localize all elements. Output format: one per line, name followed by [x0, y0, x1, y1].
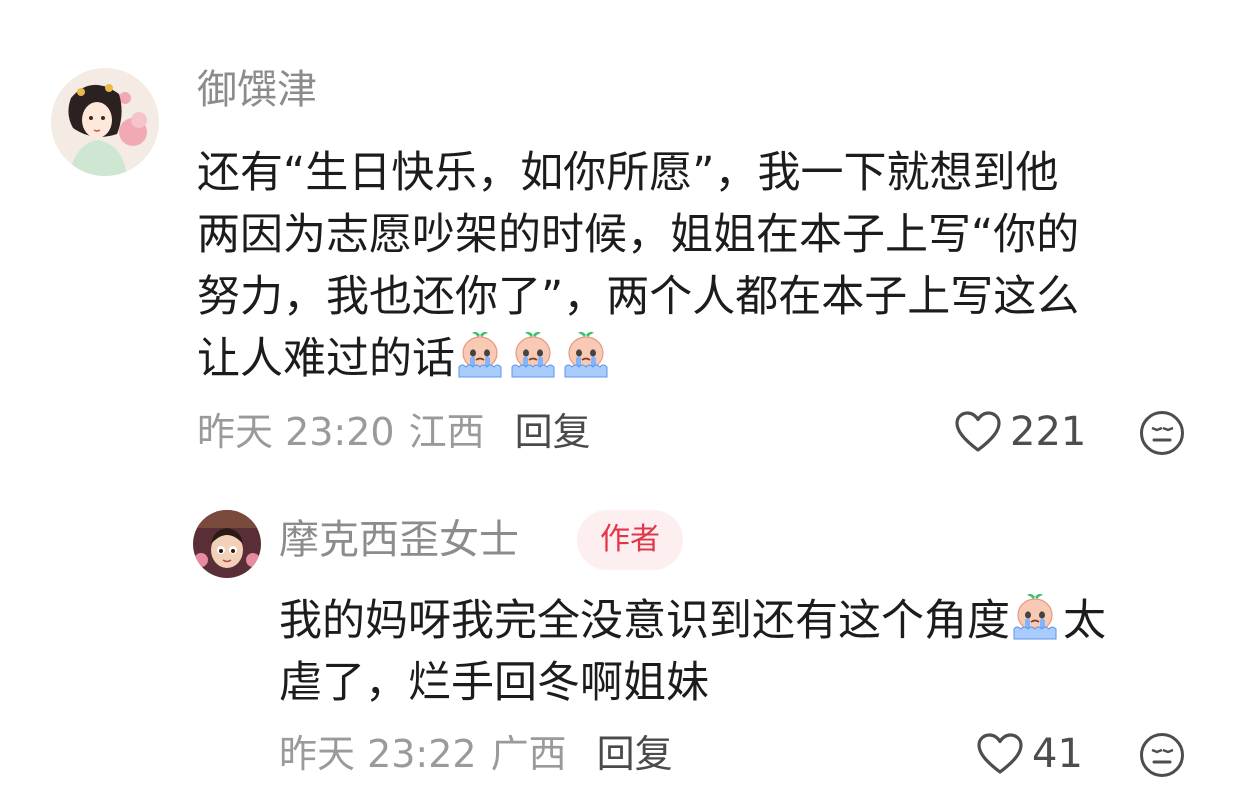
comment-line-text: 太: [1063, 596, 1106, 646]
comment-thread: 御馔津 还有“生日快乐，如你所愿”，我一下就想到他 两因为志愿吵架的时候，姐姐在…: [0, 0, 1256, 804]
neutral-face-icon[interactable]: [1139, 732, 1185, 778]
crying-emoji-icon: [1010, 591, 1060, 641]
comment-line: 努力，我也还你了”，两个人都在本子上写这么: [197, 272, 1080, 322]
comment-line: 我的妈呀我完全没意识到还有这个角度 太: [279, 590, 1106, 652]
avatar[interactable]: [51, 68, 159, 176]
author-badge: 作者: [577, 510, 683, 570]
heart-outline-icon: [977, 733, 1023, 774]
like-button[interactable]: 41: [976, 730, 1083, 778]
ip-region: 江西: [408, 410, 485, 454]
like-button[interactable]: 221: [954, 408, 1086, 456]
avatar[interactable]: [193, 510, 261, 578]
comment-meta: 昨天 23:22 广西 回复: [279, 730, 673, 778]
timestamp: 昨天 23:22: [279, 732, 477, 776]
ip-region: 广西: [490, 732, 567, 776]
like-count: 221: [1010, 409, 1087, 455]
reply-button[interactable]: 回复: [597, 732, 673, 776]
comment-line-text: 我的妈呀我完全没意识到还有这个角度: [279, 596, 1010, 646]
comment-meta: 昨天 23:20 江西 回复: [197, 408, 591, 456]
crying-emoji-icon: [455, 329, 505, 379]
neutral-face-icon[interactable]: [1139, 410, 1185, 456]
comment-line: 两因为志愿吵架的时候，姐姐在本子上写“你的: [197, 210, 1080, 260]
comment-line: 让人难过的话: [197, 328, 1079, 390]
heart-outline-icon: [955, 411, 1001, 452]
crying-emoji-icon: [508, 329, 558, 379]
crying-emoji-icon: [561, 329, 611, 379]
reply-button[interactable]: 回复: [515, 410, 591, 454]
timestamp: 昨天 23:20: [197, 410, 395, 454]
username[interactable]: 摩克西歪女士: [279, 516, 519, 564]
comment-line: 虐了，烂手回冬啊姐妹: [279, 658, 709, 708]
comment-line: 还有“生日快乐，如你所愿”，我一下就想到他: [197, 148, 1059, 198]
comment-text: 还有“生日快乐，如你所愿”，我一下就想到他 两因为志愿吵架的时候，姐姐在本子上写…: [197, 142, 1079, 390]
comment-text: 我的妈呀我完全没意识到还有这个角度 太 虐了，烂手回冬啊姐妹: [279, 590, 1106, 714]
username[interactable]: 御馔津: [197, 66, 317, 114]
like-count: 41: [1032, 731, 1083, 777]
comment-line-text: 让人难过的话: [197, 334, 455, 384]
